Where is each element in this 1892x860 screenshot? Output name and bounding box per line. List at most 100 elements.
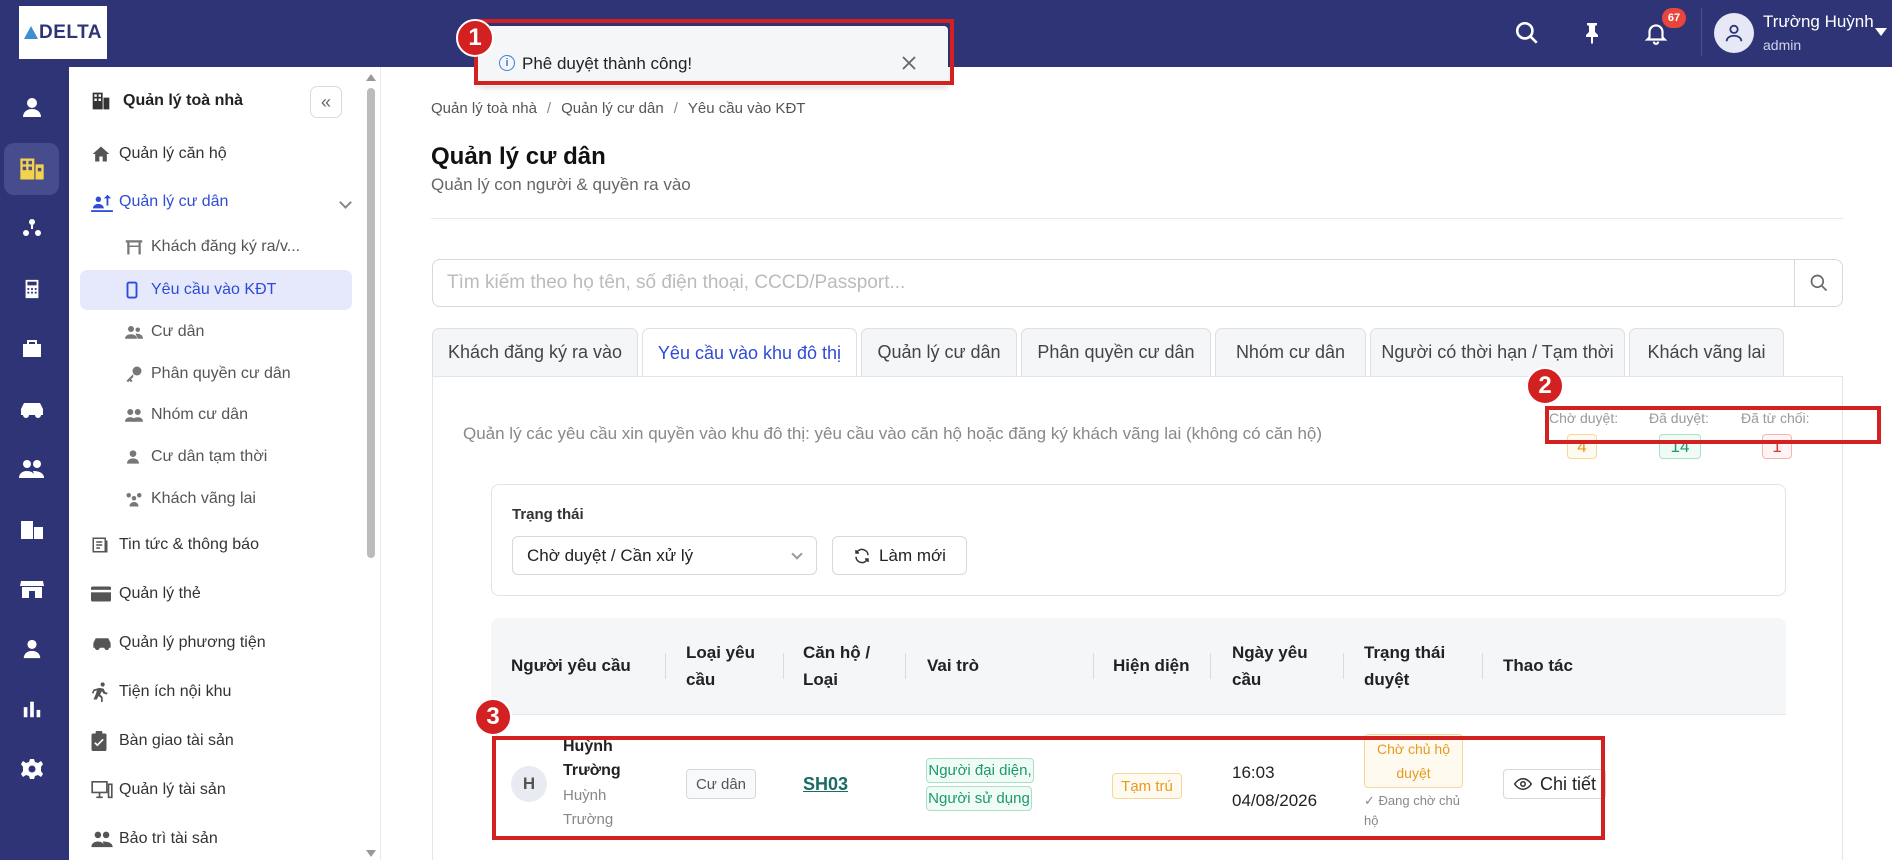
sidebar-collapse-button[interactable]: « — [310, 86, 342, 118]
column-divider — [665, 653, 666, 679]
page-subtitle: Quản lý con người & quyền ra vào — [431, 175, 691, 194]
sidebar-header: Quản lý toà nhà — [91, 91, 243, 111]
scroll-down-icon[interactable] — [366, 850, 376, 857]
breadcrumb-current: Yêu cầu vào KĐT — [687, 100, 806, 117]
table-row-divider — [491, 714, 1786, 715]
tab-guest-register[interactable]: Khách đăng ký ra vào — [432, 328, 638, 376]
breadcrumb-building[interactable]: Quản lý toà nhà — [431, 100, 537, 117]
rail-building-icon[interactable] — [4, 143, 59, 195]
search-button[interactable] — [1795, 259, 1843, 307]
notification-badge: 67 — [1662, 8, 1686, 28]
logo-triangle-icon — [23, 26, 38, 39]
pin-icon[interactable] — [1577, 18, 1607, 48]
th-date: Ngày yêu cầu — [1232, 643, 1308, 689]
search-icon[interactable] — [1512, 18, 1542, 48]
column-divider — [1093, 653, 1094, 679]
rail-chart-icon[interactable] — [4, 683, 59, 735]
th-apartment: Căn hộ / Loại — [803, 643, 871, 689]
key-icon — [125, 365, 151, 383]
panel-description: Quản lý các yêu cầu xin quyền vào khu đô… — [463, 424, 1323, 443]
newspaper-icon — [91, 536, 119, 554]
gate-icon — [125, 238, 151, 256]
rail-group-icon[interactable] — [4, 443, 59, 495]
th-action: Thao tác — [1503, 656, 1573, 675]
annotation-badge-3: 3 — [474, 698, 512, 736]
sidebar-sub-temp-resident[interactable]: Cư dân tạm thời — [80, 437, 352, 477]
sidebar-sub-resident-perm[interactable]: Phân quyền cư dân — [80, 354, 352, 394]
scroll-up-icon[interactable] — [366, 74, 376, 81]
rail-calculator-icon[interactable] — [4, 263, 59, 315]
sidebar-sub-resident-group[interactable]: Nhóm cư dân — [80, 395, 352, 435]
column-divider — [905, 653, 906, 679]
card-icon — [91, 586, 119, 602]
th-presence: Hiện diện — [1113, 656, 1190, 675]
rail-people-tree-icon[interactable] — [4, 203, 59, 255]
sidebar-item-maintenance[interactable]: Bảo trì tài sản — [91, 821, 218, 857]
rail-city-icon[interactable] — [4, 503, 59, 555]
status-filter-label: Trạng thái — [512, 506, 584, 523]
user-menu-caret-icon[interactable] — [1875, 28, 1887, 36]
users-icon — [125, 324, 151, 340]
sidebar: Quản lý toà nhà « Quản lý căn hộ Quản lý… — [69, 67, 381, 860]
highlight-box-row — [492, 736, 1605, 840]
chevron-down-icon — [339, 196, 352, 209]
sidebar-sub-entry-request[interactable]: Yêu cầu vào KĐT — [80, 270, 352, 310]
group-icon — [125, 407, 151, 423]
tab-visitor[interactable]: Khách vãng lai — [1629, 328, 1784, 376]
running-icon — [91, 682, 119, 702]
highlight-box-stats — [1545, 406, 1881, 444]
tab-resident-management[interactable]: Quản lý cư dân — [861, 328, 1017, 376]
tab-entry-request[interactable]: Yêu cầu vào khu đô thị — [642, 328, 857, 377]
th-requester: Người yêu cầu — [511, 656, 631, 675]
people-tools-icon — [91, 830, 119, 848]
divider — [431, 218, 1843, 219]
user-avatar-icon[interactable] — [1714, 13, 1754, 53]
sidebar-scroll-thumb[interactable] — [367, 88, 375, 558]
sidebar-item-vehicle[interactable]: Quản lý phương tiện — [91, 625, 266, 661]
search-input[interactable]: Tìm kiếm theo họ tên, số điện thoại, CCC… — [432, 259, 1795, 307]
app-logo[interactable]: DELTA — [19, 6, 107, 59]
annotation-badge-1: 1 — [456, 19, 494, 57]
building-icon — [91, 91, 111, 111]
breadcrumb-separator: / — [673, 100, 678, 117]
rail-car-icon[interactable] — [4, 383, 59, 435]
sidebar-sub-guest-register[interactable]: Khách đăng ký ra/v... — [80, 227, 352, 267]
rail-gear-icon[interactable] — [4, 743, 59, 795]
search-icon — [1809, 273, 1829, 293]
tab-resident-group[interactable]: Nhóm cư dân — [1215, 328, 1366, 376]
annotation-badge-2: 2 — [1526, 367, 1564, 405]
user-role: admin — [1763, 37, 1802, 53]
user-name[interactable]: Trường Huỳnh — [1763, 12, 1874, 32]
rail-person-icon[interactable] — [4, 623, 59, 675]
sidebar-sub-resident-list[interactable]: Cư dân — [80, 312, 352, 352]
th-status: Trạng thái duyệt — [1364, 643, 1446, 689]
mobile-icon — [125, 281, 151, 299]
rail-user-icon[interactable] — [4, 81, 59, 133]
column-divider — [1210, 653, 1211, 679]
rail-briefcase-icon[interactable] — [4, 323, 59, 375]
sidebar-item-apartment[interactable]: Quản lý căn hộ — [91, 136, 227, 172]
sidebar-item-card[interactable]: Quản lý thẻ — [91, 576, 201, 612]
tab-resident-permission[interactable]: Phân quyền cư dân — [1021, 328, 1211, 376]
sidebar-item-asset[interactable]: Quản lý tài sản — [91, 772, 226, 808]
tab-temporary[interactable]: Người có thời hạn / Tạm thời — [1370, 328, 1625, 376]
rail-store-icon[interactable] — [4, 563, 59, 615]
double-chevron-left-icon: « — [320, 91, 331, 112]
topbar-divider — [1701, 8, 1702, 56]
sidebar-item-news[interactable]: Tin tức & thông báo — [91, 527, 259, 563]
page-title: Quản lý cư dân — [431, 143, 606, 170]
refresh-button[interactable]: Làm mới — [832, 536, 967, 575]
sidebar-item-handover[interactable]: Bàn giao tài sản — [91, 723, 234, 759]
clipboard-check-icon — [91, 731, 119, 751]
status-select[interactable]: Chờ duyệt / Cần xử lý — [512, 536, 817, 575]
sidebar-sub-visitor[interactable]: Khách vãng lai — [80, 479, 352, 519]
breadcrumb-separator: / — [546, 100, 552, 117]
sidebar-item-resident[interactable]: Quản lý cư dân — [91, 184, 363, 220]
sidebar-item-amenity[interactable]: Tiện ích nội khu — [91, 674, 231, 710]
people-arrow-icon — [91, 192, 119, 212]
person-icon — [125, 448, 151, 466]
chevron-down-icon — [791, 548, 803, 560]
car-icon — [91, 634, 119, 652]
breadcrumb-resident[interactable]: Quản lý cư dân — [561, 100, 664, 117]
column-divider — [783, 653, 784, 679]
